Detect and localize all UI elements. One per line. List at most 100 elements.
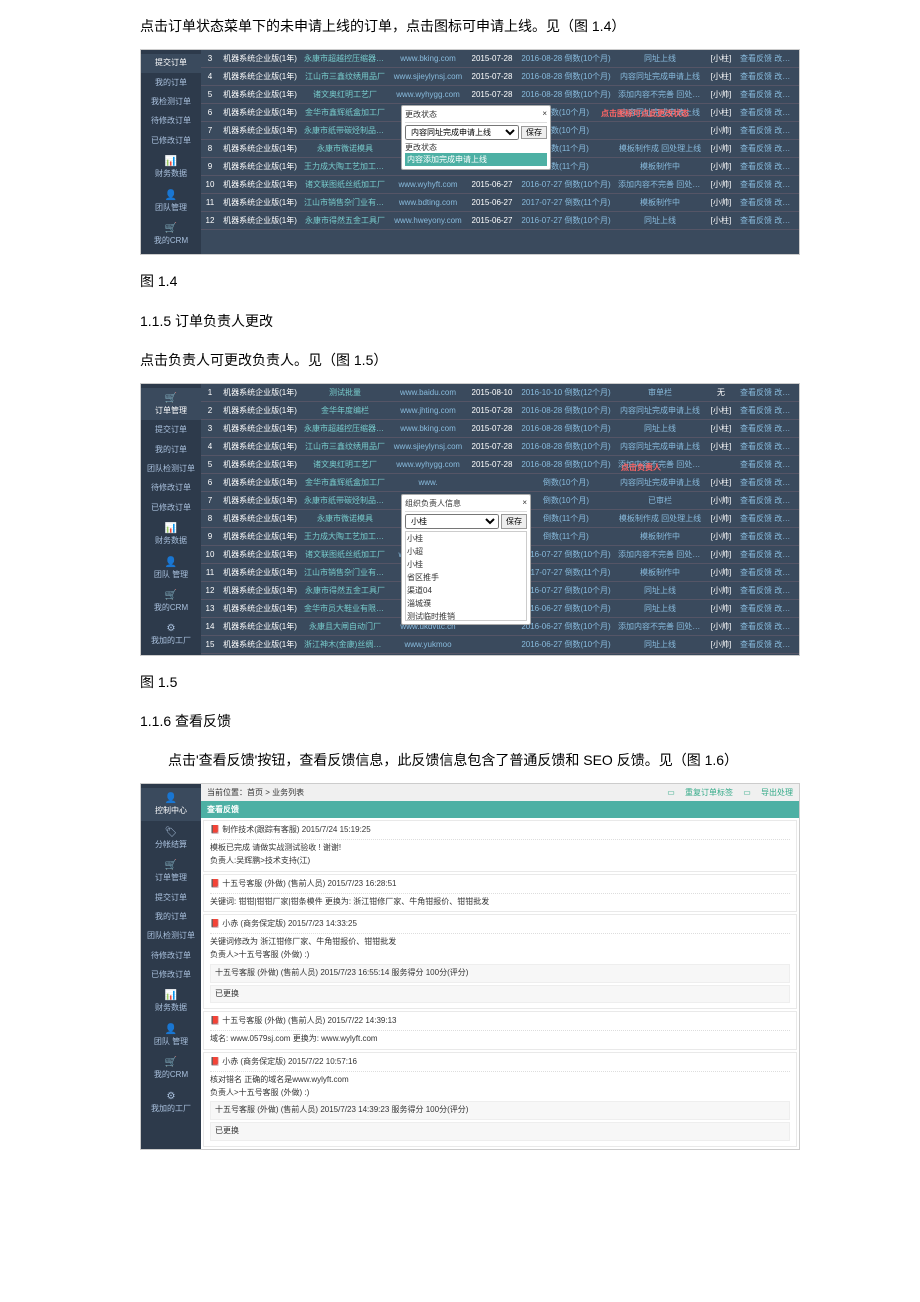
sidebar-item[interactable]: 🛒我的CRM	[141, 585, 201, 617]
annotation-text: 点击负责人	[621, 462, 661, 473]
owner-option[interactable]: 淄城濮	[406, 597, 526, 610]
sidebar-item[interactable]: 待修改订单	[141, 479, 201, 497]
sidebar-item[interactable]: ⚙我加的工厂	[141, 618, 201, 650]
assignee-cell[interactable]: [小帅]	[705, 621, 737, 632]
fig14-caption: 图 1.4	[140, 269, 920, 294]
table-row[interactable]: 10机器系统企业版(1年)诸文联图纸丝纸加工厂www.wyhyft.com201…	[201, 176, 799, 194]
assignee-cell[interactable]: [小柱]	[705, 441, 737, 452]
link-export[interactable]: ▭ 导出处理	[743, 788, 793, 797]
status-select[interactable]: 内容同址完成申请上线	[405, 125, 519, 140]
sidebar-item[interactable]: 👤团队 管理	[141, 552, 201, 584]
person-icon: 👤	[145, 1023, 197, 1036]
link-dup-order[interactable]: ▭ 重复订单标签	[667, 788, 733, 797]
close-icon[interactable]: ×	[542, 109, 547, 120]
assignee-cell[interactable]: [小帅]	[705, 603, 737, 614]
table-row[interactable]: 6机器系统企业版(1年)金华市鑫辉纸盒加工厂www.倒数(10个月)内容同址完成…	[201, 474, 799, 492]
sidebar-item[interactable]: ⚙我加的工厂	[141, 1086, 201, 1118]
table-row[interactable]: 3机器系统企业版(1年)永康市超越控压缩器材厂www.bking.com2015…	[201, 50, 799, 68]
owner-option[interactable]: 小桂	[406, 558, 526, 571]
book-icon: 📕	[210, 1016, 220, 1025]
table-row[interactable]: 12机器系统企业版(1年)永康市得然五金工具厂www.hweyony.com20…	[201, 212, 799, 230]
sidebar-item[interactable]: 待修改订单	[141, 112, 201, 130]
owner-option[interactable]: 小超	[406, 545, 526, 558]
table-row[interactable]: 5机器系统企业版(1年)诸文奥红明工艺厂www.wyhygg.com2015-0…	[201, 456, 799, 474]
close-icon[interactable]: ×	[522, 498, 527, 509]
breadcrumb: 当前位置：首页 > 业务列表 ▭ 重复订单标签 ▭ 导出处理	[201, 784, 799, 801]
assignee-cell[interactable]: [小柱]	[705, 53, 737, 64]
sidebar-item[interactable]: 团队检测订单	[141, 460, 201, 478]
table-row[interactable]: 4机器系统企业版(1年)江山市三鑫纹绣用品厂www.sjieylynsj.com…	[201, 438, 799, 456]
assignee-cell[interactable]: [小帅]	[705, 495, 737, 506]
sidebar-item[interactable]: 团队检测订单	[141, 927, 201, 945]
owner-option[interactable]: 小桂	[406, 532, 526, 545]
cart-icon: 🛒	[145, 589, 197, 602]
assignee-cell[interactable]: [小帅]	[705, 197, 737, 208]
sidebar-item[interactable]: 🛒订单管理	[141, 388, 201, 420]
owner-option[interactable]: 测试临时推销	[406, 610, 526, 621]
table-row[interactable]: 2机器系统企业版(1年)金华年度编栏www.jhting.com2015-07-…	[201, 402, 799, 420]
assignee-cell[interactable]: [小柱]	[705, 71, 737, 82]
p14-intro: 点击订单状态菜单下的未申请上线的订单，点击图标可申请上线。见（图 1.4）	[140, 14, 920, 39]
assignee-cell[interactable]: [小帅]	[705, 143, 737, 154]
assignee-cell[interactable]: [小帅]	[705, 531, 737, 542]
assignee-cell[interactable]: [小柱]	[705, 477, 737, 488]
sidebar-item[interactable]: 已修改订单	[141, 132, 201, 150]
sidebar-item[interactable]: 提交订单	[141, 421, 201, 439]
assignee-cell[interactable]: 无	[705, 387, 737, 398]
owner-select[interactable]: 小桂	[405, 514, 499, 529]
table-row[interactable]: 5机器系统企业版(1年)诸文奥红明工艺厂www.wyhygg.com2015-0…	[201, 86, 799, 104]
sidebar-item[interactable]: 我的订单	[141, 74, 201, 92]
assignee-cell[interactable]: [小帅]	[705, 89, 737, 100]
chart-icon: 📊	[145, 989, 197, 1002]
sidebar-item[interactable]: 📊财务数据	[141, 151, 201, 183]
feedback-panel: 当前位置：首页 > 业务列表 ▭ 重复订单标签 ▭ 导出处理 查看反馈 📕 制作…	[201, 784, 799, 1149]
book-icon: 📕	[210, 879, 220, 888]
assignee-cell[interactable]: [小帅]	[705, 161, 737, 172]
sidebar-item[interactable]: 提交订单	[141, 889, 201, 907]
change-owner-popup[interactable]: 组织负责人信息×小桂保存小桂小超小桂省区推手渠道04淄城濮测试临时推销SA组员组…	[401, 494, 531, 625]
sidebar-item[interactable]: 我的订单	[141, 441, 201, 459]
sidebar-item[interactable]: 已修改订单	[141, 499, 201, 517]
book-icon: 📕	[210, 919, 220, 928]
owner-option[interactable]: 渠道04	[406, 584, 526, 597]
owner-option[interactable]: 省区推手	[406, 571, 526, 584]
assignee-cell[interactable]: [小柱]	[705, 107, 737, 118]
assignee-cell[interactable]: [小帅]	[705, 513, 737, 524]
assignee-cell[interactable]: [小帅]	[705, 179, 737, 190]
sidebar-item[interactable]: 👤团队 管理	[141, 1019, 201, 1051]
assignee-cell[interactable]: [小帅]	[705, 549, 737, 560]
change-status-popup[interactable]: 更改状态×内容同址完成申请上线保存更改状态内容添加完成申请上线	[401, 105, 551, 170]
tag-icon: 🏷	[145, 826, 197, 839]
assignee-cell[interactable]: [小柱]	[705, 405, 737, 416]
assignee-cell[interactable]: [小帅]	[705, 639, 737, 650]
heading-116: 1.1.6 查看反馈	[140, 709, 920, 734]
cart-icon: 🛒	[145, 859, 197, 872]
save-button[interactable]: 保存	[521, 126, 547, 139]
assignee-cell[interactable]: [小柱]	[705, 215, 737, 226]
table-row[interactable]: 15机器系统企业版(1年)浙江神木(金康)丝绸有限公司www.yukmoo201…	[201, 636, 799, 654]
sidebar-item[interactable]: 提交订单	[141, 54, 201, 72]
save-button[interactable]: 保存	[501, 514, 527, 529]
sidebar-item[interactable]: 👤控制中心	[141, 788, 201, 820]
table-row[interactable]: 4机器系统企业版(1年)江山市三鑫纹绣用品厂www.sjieylynsj.com…	[201, 68, 799, 86]
sidebar-item[interactable]: 我的订单	[141, 908, 201, 926]
assignee-cell[interactable]: [小柱]	[705, 423, 737, 434]
sidebar-item[interactable]: 👤团队管理	[141, 185, 201, 217]
sidebar-item[interactable]: 🛒订单管理	[141, 855, 201, 887]
sidebar-item[interactable]: 🏷分帐结算	[141, 822, 201, 854]
sidebar-item[interactable]: 待修改订单	[141, 947, 201, 965]
table-row[interactable]: 1机器系统企业版(1年)测试批量www.baidu.com2015-08-102…	[201, 384, 799, 402]
assignee-cell[interactable]: [小帅]	[705, 585, 737, 596]
sidebar-item[interactable]: 已修改订单	[141, 966, 201, 984]
figure-1-5: 🛒订单管理提交订单我的订单团队检测订单待修改订单已修改订单📊财务数据👤团队 管理…	[140, 383, 800, 656]
sidebar-item[interactable]: 📊财务数据	[141, 518, 201, 550]
sidebar-item[interactable]: 🛒我的CRM	[141, 218, 201, 250]
table-row[interactable]: 11机器系统企业版(1年)江山市销售杂门业有限公司www.bdting.com2…	[201, 194, 799, 212]
sidebar-item[interactable]: 🛒我的CRM	[141, 1052, 201, 1084]
person-icon: 👤	[145, 189, 197, 202]
assignee-cell[interactable]: [小帅]	[705, 567, 737, 578]
assignee-cell[interactable]: [小帅]	[705, 125, 737, 136]
sidebar-item[interactable]: 我检测订单	[141, 93, 201, 111]
sidebar-item[interactable]: 📊财务数据	[141, 985, 201, 1017]
table-row[interactable]: 3机器系统企业版(1年)永康市超越控压缩器材厂www.bking.com2015…	[201, 420, 799, 438]
